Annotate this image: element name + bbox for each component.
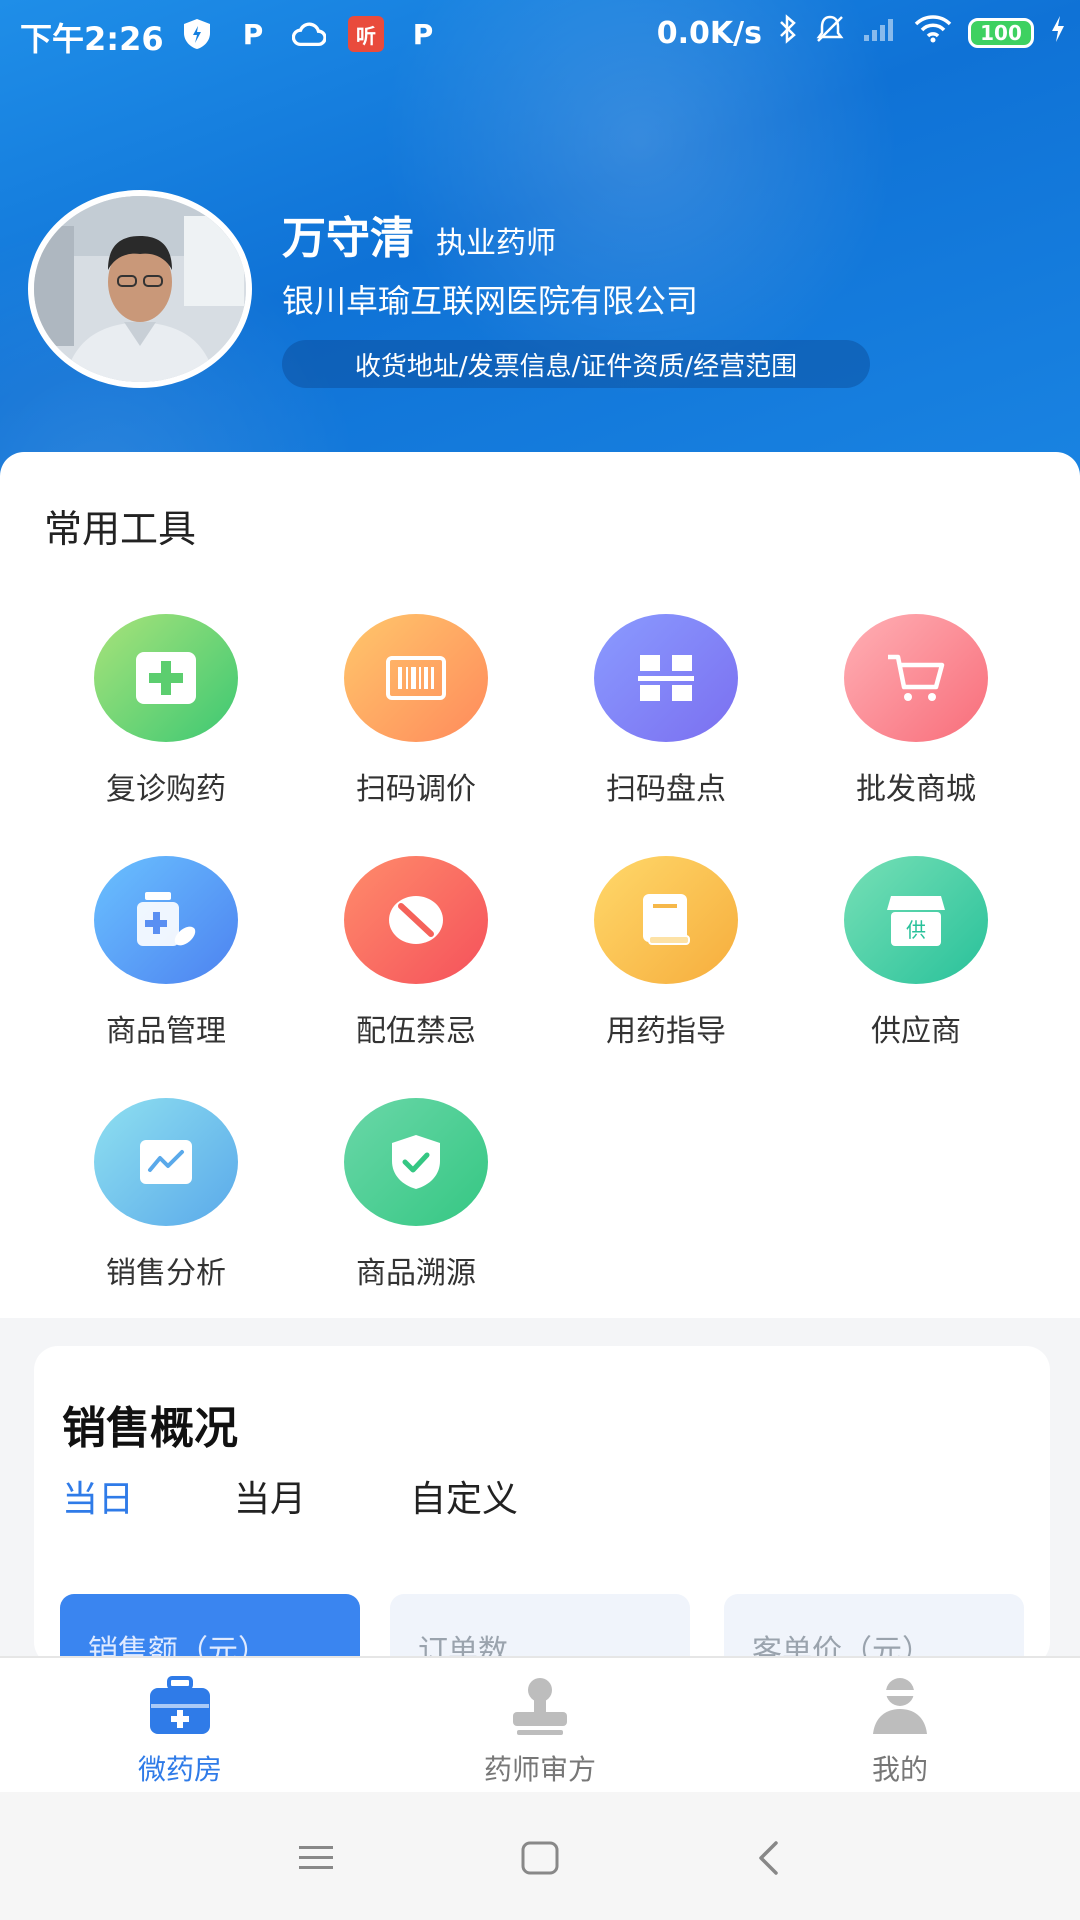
profile-info-link[interactable]: 收货地址/发票信息/证件资质/经营范围: [282, 340, 870, 388]
back-icon[interactable]: [738, 1828, 798, 1888]
tool-revisit-purchase[interactable]: 复诊购药: [38, 614, 258, 814]
tool-label: 扫码盘点: [606, 772, 726, 807]
tab-today[interactable]: 当日: [62, 1470, 134, 1522]
tab-this-month[interactable]: 当月: [234, 1470, 306, 1522]
tool-product-traceability[interactable]: 商品溯源: [288, 1098, 508, 1298]
nav-pharmacist-review[interactable]: 药师审方: [440, 1676, 640, 1788]
profile-header: 下午2:26 P 听 P 0.0K/s 100 万守清 执业药师 银川卓瑜互联网…: [0, 0, 1080, 500]
status-bar: 下午2:26 P 听 P 0.0K/s 100: [0, 0, 1080, 72]
tool-label: 配伍禁忌: [356, 1014, 476, 1049]
tool-scan-inventory[interactable]: 扫码盘点: [538, 614, 758, 814]
user-role: 执业药师: [436, 226, 556, 261]
tool-label: 供应商: [871, 1014, 961, 1049]
sales-overview-card: 销售概况 当日 当月 自定义 销售额（元） 订单数 客单价（元）: [34, 1346, 1050, 1666]
p-icon: P: [242, 17, 264, 51]
scan-grid-icon: [594, 614, 738, 742]
tool-label: 商品溯源: [356, 1256, 476, 1291]
tool-medication-guide[interactable]: 用药指导: [538, 856, 758, 1056]
network-speed: 0.0K/s: [656, 15, 762, 51]
nav-label: 我的: [871, 1753, 928, 1786]
tool-wholesale-mall[interactable]: 批发商城: [788, 614, 1008, 814]
nav-mine[interactable]: 我的: [800, 1676, 1000, 1788]
shield-icon: [180, 17, 214, 51]
company-name: 银川卓瑜互联网医院有限公司: [282, 282, 699, 320]
home-icon[interactable]: [510, 1828, 570, 1888]
chart-icon: [94, 1098, 238, 1226]
medicine-bottle-icon: [94, 856, 238, 984]
p-icon: P: [412, 17, 434, 51]
signal-icon: [862, 15, 898, 51]
supplier-shop-icon: 供: [844, 856, 988, 984]
user-name: 万守清: [282, 213, 414, 264]
tool-scan-price[interactable]: 扫码调价: [288, 614, 508, 814]
user-icon: [867, 1676, 933, 1736]
nav-micro-pharmacy[interactable]: 微药房: [80, 1676, 280, 1788]
ting-icon: 听: [348, 16, 384, 52]
book-icon: [594, 856, 738, 984]
tool-label: 用药指导: [606, 1014, 726, 1049]
nav-label: 药师审方: [483, 1753, 596, 1786]
common-tools-card: 常用工具 复诊购药 扫码调价 扫码盘点 批发商城 商品管理 配伍禁忌 用药指导 …: [0, 452, 1080, 1318]
tool-label: 复诊购药: [106, 772, 226, 807]
charging-icon: [1050, 15, 1066, 51]
bluetooth-icon: [778, 14, 798, 52]
menu-icon[interactable]: [286, 1828, 346, 1888]
status-time: 下午2:26: [20, 20, 164, 58]
tool-label: 销售分析: [106, 1256, 226, 1291]
section-title: 常用工具: [44, 507, 197, 551]
section-title: 销售概况: [62, 1403, 238, 1454]
tab-custom[interactable]: 自定义: [410, 1470, 518, 1522]
battery-indicator: 100: [968, 18, 1034, 48]
cloud-icon: [292, 17, 326, 51]
avatar[interactable]: [28, 190, 252, 388]
tool-product-management[interactable]: 商品管理: [38, 856, 258, 1056]
cart-icon: [844, 614, 988, 742]
nav-label: 微药房: [137, 1753, 222, 1786]
bottom-navigation: 微药房 药师审方 我的: [0, 1656, 1080, 1792]
mute-bell-icon: [814, 14, 846, 52]
medicine-plus-icon: [94, 614, 238, 742]
medkit-icon: [147, 1676, 213, 1736]
tool-label: 批发商城: [856, 772, 976, 807]
forbidden-icon: [344, 856, 488, 984]
tool-sales-analysis[interactable]: 销售分析: [38, 1098, 258, 1298]
tool-incompatibility[interactable]: 配伍禁忌: [288, 856, 508, 1056]
shield-check-icon: [344, 1098, 488, 1226]
tool-supplier[interactable]: 供 供应商: [788, 856, 1008, 1056]
tool-label: 商品管理: [106, 1014, 226, 1049]
avatar-photo: [34, 196, 246, 382]
stamp-icon: [507, 1676, 573, 1736]
tool-label: 扫码调价: [356, 772, 476, 807]
barcode-icon: [344, 614, 488, 742]
supplier-badge: 供: [906, 918, 926, 942]
system-navigation-bar: [0, 1792, 1080, 1920]
wifi-icon: [914, 15, 952, 51]
